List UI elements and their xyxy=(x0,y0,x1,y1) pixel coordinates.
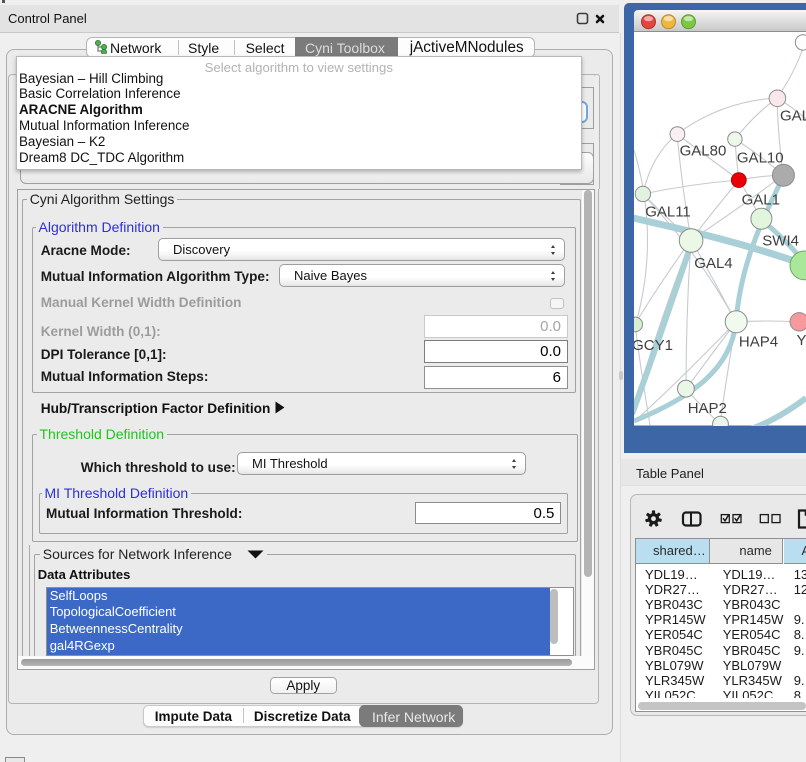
svg-text:HAP2: HAP2 xyxy=(688,400,727,417)
svg-text:GCY1: GCY1 xyxy=(634,337,673,354)
svg-text:GAL10: GAL10 xyxy=(737,150,784,167)
svg-text:GAL7: GAL7 xyxy=(780,107,806,124)
svg-text:GAL80: GAL80 xyxy=(680,142,727,159)
svg-text:GAL1: GAL1 xyxy=(742,191,780,208)
svg-text:HAP4: HAP4 xyxy=(739,334,778,351)
svg-text:GAL11: GAL11 xyxy=(645,203,691,220)
svg-text:YJ: YJ xyxy=(797,332,806,349)
svg-text:SWI4: SWI4 xyxy=(762,232,799,249)
svg-text:GAL4: GAL4 xyxy=(694,255,732,272)
